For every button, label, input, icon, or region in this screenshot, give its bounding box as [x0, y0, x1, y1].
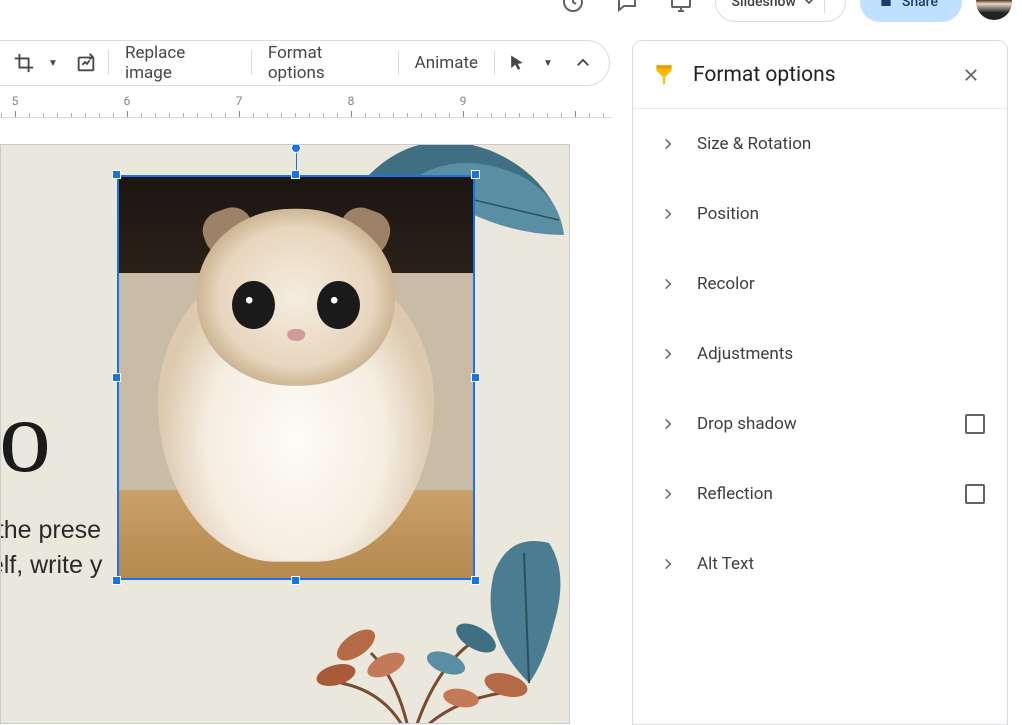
ruler-number: 9 — [460, 94, 467, 108]
format-panel-item[interactable]: Size & Rotation — [633, 109, 1007, 179]
format-panel-item[interactable]: Reflection — [633, 459, 1007, 529]
ruler-number: 6 — [124, 94, 131, 108]
crop-dropdown[interactable]: ▼ — [38, 45, 70, 81]
comment-icon[interactable] — [607, 0, 647, 22]
chevron-right-icon — [655, 341, 681, 367]
ruler-number: 7 — [236, 94, 243, 108]
format-panel-item[interactable]: Alt Text — [633, 529, 1007, 599]
format-panel-item[interactable]: Recolor — [633, 249, 1007, 319]
history-icon[interactable] — [553, 0, 593, 22]
avatar[interactable] — [976, 0, 1012, 20]
format-options-button[interactable]: Format options — [258, 45, 392, 81]
crop-button[interactable] — [8, 45, 40, 81]
selected-image[interactable] — [117, 175, 475, 580]
ruler-number: 8 — [348, 94, 355, 108]
format-options-panel: Format options Size & Rotation Position Re… — [632, 40, 1008, 725]
resize-handle-bl[interactable] — [112, 576, 121, 585]
cursor-tool-button[interactable] — [501, 45, 533, 81]
chevron-right-icon — [655, 271, 681, 297]
format-panel-item-label: Adjustments — [697, 344, 985, 364]
chevron-right-icon — [655, 551, 681, 577]
format-panel-item-label: Size & Rotation — [697, 134, 985, 154]
animate-button[interactable]: Animate — [405, 45, 488, 81]
present-icon[interactable] — [661, 0, 701, 22]
share-label: Share — [902, 0, 938, 10]
plant-decoration — [281, 603, 541, 724]
resize-handle-tm[interactable] — [291, 170, 300, 179]
chevron-right-icon — [655, 131, 681, 157]
format-panel-item-label: Recolor — [697, 274, 985, 294]
rotate-handle[interactable] — [291, 144, 301, 153]
format-panel-item[interactable]: Adjustments — [633, 319, 1007, 389]
close-button[interactable] — [953, 57, 989, 93]
replace-image-button[interactable]: Replace image — [115, 45, 245, 81]
collapse-toolbar-button[interactable] — [567, 45, 599, 81]
cursor-dropdown[interactable]: ▼ — [533, 45, 565, 81]
chevron-right-icon — [655, 481, 681, 507]
format-panel-item-label: Drop shadow — [697, 414, 965, 434]
horizontal-ruler[interactable]: 5 6 7 8 9 — [0, 94, 612, 118]
panel-header: Format options — [633, 41, 1007, 109]
reset-image-button[interactable] — [70, 45, 102, 81]
resize-handle-bm[interactable] — [291, 576, 300, 585]
checkbox[interactable] — [965, 484, 985, 504]
slide[interactable]: no of the prese rself, write y — [0, 144, 570, 724]
format-panel-item-label: Reflection — [697, 484, 965, 504]
canvas-area[interactable]: no of the prese rself, write y — [0, 118, 612, 725]
resize-handle-tl[interactable] — [112, 170, 121, 179]
image-toolbar: ▼ Replace image Format options Animate ▼ — [0, 40, 610, 86]
resize-handle-tr[interactable] — [471, 170, 480, 179]
panel-items: Size & Rotation Position Recolor Adjustment… — [633, 109, 1007, 599]
app-header: Slideshow Share — [0, 0, 1022, 20]
resize-handle-br[interactable] — [471, 576, 480, 585]
share-button[interactable]: Share — [860, 0, 962, 22]
format-panel-item-label: Alt Text — [697, 554, 985, 574]
format-panel-item[interactable]: Position — [633, 179, 1007, 249]
lock-icon — [878, 0, 894, 12]
slideshow-label: Slideshow — [732, 0, 796, 10]
chevron-down-icon — [796, 0, 814, 10]
checkbox[interactable] — [965, 414, 985, 434]
image-content[interactable] — [117, 175, 475, 580]
chevron-right-icon — [655, 411, 681, 437]
format-panel-icon — [651, 62, 677, 88]
slideshow-button[interactable]: Slideshow — [715, 0, 846, 22]
slide-title-text[interactable]: no — [0, 377, 49, 496]
resize-handle-mr[interactable] — [471, 373, 480, 382]
ruler-number: 5 — [12, 94, 19, 108]
panel-title: Format options — [693, 63, 953, 87]
format-panel-item[interactable]: Drop shadow — [633, 389, 1007, 459]
chevron-right-icon — [655, 201, 681, 227]
resize-handle-ml[interactable] — [112, 373, 121, 382]
slide-subtitle-text[interactable]: of the prese rself, write y — [0, 513, 102, 583]
format-panel-item-label: Position — [697, 204, 985, 224]
